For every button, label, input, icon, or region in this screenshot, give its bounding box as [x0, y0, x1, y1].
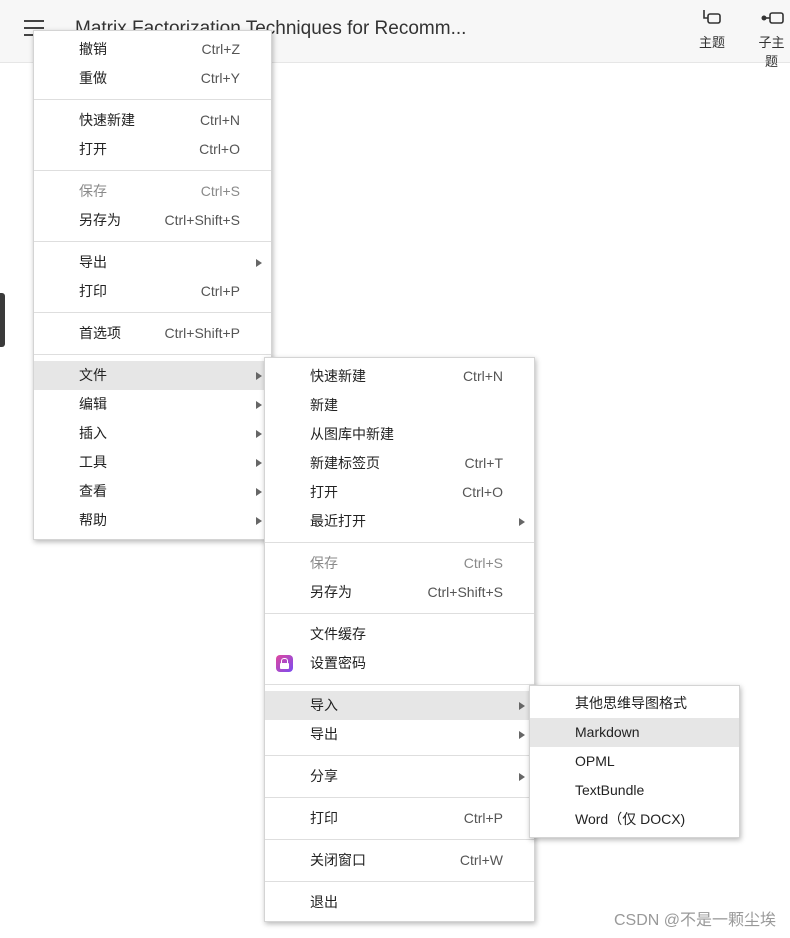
menu-item-redo[interactable]: 重做 Ctrl+Y [34, 64, 271, 93]
watermark: CSDN @不是一颗尘埃 [613, 912, 776, 929]
file-menu-open[interactable]: 打开 Ctrl+O [265, 478, 534, 507]
menu-item-export[interactable]: 导出 [34, 248, 271, 277]
topic-label: 主题 [699, 35, 726, 50]
subtopic-label: 子主题 [758, 35, 785, 69]
file-menu-share[interactable]: 分享 [265, 762, 534, 791]
menu-item-view[interactable]: 查看 [34, 477, 271, 506]
submenu-arrow-icon [256, 430, 262, 438]
submenu-arrow-icon [256, 401, 262, 409]
subtopic-icon [761, 12, 784, 24]
menu-item-help[interactable]: 帮助 [34, 506, 271, 535]
menu-item-save-as[interactable]: 另存为 Ctrl+Shift+S [34, 206, 271, 235]
submenu-arrow-icon [519, 773, 525, 781]
file-menu-export[interactable]: 导出 [265, 720, 534, 749]
import-markdown[interactable]: Markdown [530, 718, 739, 747]
menu-separator [34, 312, 271, 313]
import-other-mindmap-formats[interactable]: 其他思维导图格式 [530, 689, 739, 718]
lock-icon [276, 655, 293, 672]
topic-button[interactable]: 主题 [699, 8, 725, 51]
menu-item-tools[interactable]: 工具 [34, 448, 271, 477]
menu-item-undo[interactable]: 撤销 Ctrl+Z [34, 35, 271, 64]
file-menu-new[interactable]: 新建 [265, 391, 534, 420]
import-word-docx[interactable]: Word（仅 DOCX) [530, 805, 739, 834]
file-menu-file-cache[interactable]: 文件缓存 [265, 620, 534, 649]
file-menu-print[interactable]: 打印 Ctrl+P [265, 804, 534, 833]
main-menu: 撤销 Ctrl+Z 重做 Ctrl+Y 快速新建 Ctrl+N 打开 Ctrl+O 保存… [33, 30, 272, 540]
file-menu-quick-new[interactable]: 快速新建 Ctrl+N [265, 362, 534, 391]
menu-separator [265, 542, 534, 543]
side-panel-handle[interactable] [0, 293, 5, 347]
topic-icon [703, 10, 721, 24]
menu-separator [34, 241, 271, 242]
file-menu-new-from-gallery[interactable]: 从图库中新建 [265, 420, 534, 449]
submenu-arrow-icon [256, 488, 262, 496]
menu-item-quick-new[interactable]: 快速新建 Ctrl+N [34, 106, 271, 135]
menu-separator [265, 613, 534, 614]
subtopic-button[interactable]: 子主题 [753, 8, 790, 70]
file-menu-save-as[interactable]: 另存为 Ctrl+Shift+S [265, 578, 534, 607]
submenu-arrow-icon [256, 459, 262, 467]
submenu-arrow-icon [256, 372, 262, 380]
menu-item-file[interactable]: 文件 [34, 361, 271, 390]
menu-separator [265, 755, 534, 756]
menu-separator [265, 797, 534, 798]
submenu-arrow-icon [256, 259, 262, 267]
menu-separator [34, 99, 271, 100]
file-menu-close-window[interactable]: 关闭窗口 Ctrl+W [265, 846, 534, 875]
file-submenu: 快速新建 Ctrl+N 新建 从图库中新建 新建标签页 Ctrl+T 打开 Ctrl+… [264, 357, 535, 922]
menu-item-open[interactable]: 打开 Ctrl+O [34, 135, 271, 164]
file-menu-recent[interactable]: 最近打开 [265, 507, 534, 536]
import-textbundle[interactable]: TextBundle [530, 776, 739, 805]
menu-separator [265, 684, 534, 685]
import-opml[interactable]: OPML [530, 747, 739, 776]
file-menu-quit[interactable]: 退出 [265, 888, 534, 917]
file-menu-new-tab[interactable]: 新建标签页 Ctrl+T [265, 449, 534, 478]
submenu-arrow-icon [519, 518, 525, 526]
submenu-arrow-icon [519, 702, 525, 710]
menu-item-insert[interactable]: 插入 [34, 419, 271, 448]
file-menu-set-password[interactable]: 设置密码 [265, 649, 534, 678]
menu-item-edit[interactable]: 编辑 [34, 390, 271, 419]
submenu-arrow-icon [519, 731, 525, 739]
submenu-arrow-icon [256, 517, 262, 525]
file-menu-import[interactable]: 导入 [265, 691, 534, 720]
menu-separator [265, 839, 534, 840]
import-submenu: 其他思维导图格式 Markdown OPML TextBundle Word（仅… [529, 685, 740, 838]
menu-separator [34, 170, 271, 171]
menu-item-preferences[interactable]: 首选项 Ctrl+Shift+P [34, 319, 271, 348]
menu-separator [265, 881, 534, 882]
menu-separator [34, 354, 271, 355]
menu-item-save[interactable]: 保存 Ctrl+S [34, 177, 271, 206]
file-menu-save[interactable]: 保存 Ctrl+S [265, 549, 534, 578]
menu-item-print[interactable]: 打印 Ctrl+P [34, 277, 271, 306]
